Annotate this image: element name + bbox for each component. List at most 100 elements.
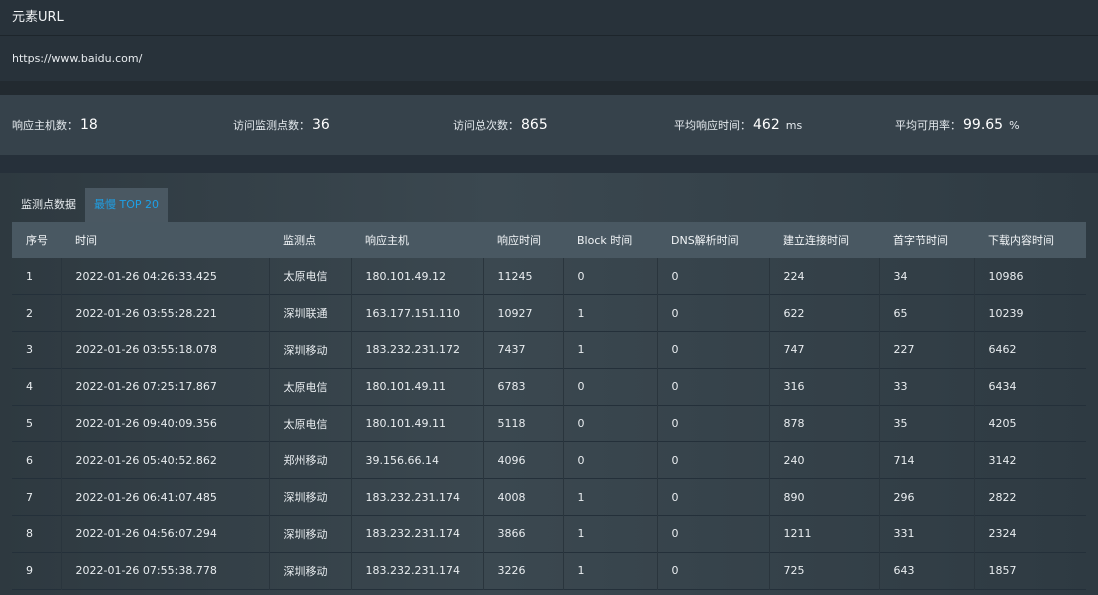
col-download-time-cell: 6462 <box>988 343 1017 357</box>
col-time-cell: 2022-01-26 06:41:07.485 <box>61 478 270 516</box>
table-row[interactable]: 1 2022-01-26 04:26:33.425 太原电信 180.101.49.1… <box>12 258 1086 295</box>
divider <box>0 155 1098 173</box>
stat-avg-response-unit: ms <box>785 118 803 132</box>
col-connect-time-cell: 224 <box>769 258 880 295</box>
stat-availability-label: 平均可用率： <box>895 119 961 132</box>
stats-bar: 响应主机数： 18 访问监测点数： 36 访问总次数： 865 平均响应时间： … <box>0 95 1098 155</box>
col-response-host-cell: 183.232.231.174 <box>351 552 484 590</box>
col-monitor-point-cell: 太原电信 <box>269 405 352 442</box>
col-response-host-cell: 39.156.66.14 <box>351 441 484 479</box>
stat-availability: 平均可用率： 99.65 % <box>895 95 1020 155</box>
table-body: 1 2022-01-26 04:26:33.425 太原电信 180.101.49.1… <box>12 258 1086 590</box>
col-dns-time-cell: 0 <box>657 515 770 553</box>
col-dns-time-cell: 0 <box>657 441 770 479</box>
col-block-time-cell: 1 <box>563 515 658 553</box>
table-row[interactable]: 4 2022-01-26 07:25:17.867 太原电信 180.101.49.1… <box>12 368 1086 406</box>
col-first-byte-time-cell: 65 <box>879 294 975 332</box>
col-connect-time-cell: 316 <box>769 368 880 406</box>
col-download-time-cell: 6434 <box>988 380 1017 394</box>
col-monitor-point-header: 监测点 <box>283 234 316 247</box>
stat-points: 访问监测点数： 36 <box>233 95 330 155</box>
col-response-time-cell: 10927 <box>483 294 564 332</box>
col-block-time-header: Block 时间 <box>577 234 633 247</box>
table-header-row: 序号 时间 监测点 响应主机 响应时间 Block 时间 DNS解析时间 建立连接时间 首字节时… <box>12 222 1086 258</box>
col-block-time-cell: 0 <box>563 368 658 406</box>
col-time-cell: 2022-01-26 07:25:17.867 <box>61 368 270 406</box>
col-block-time-cell: 1 <box>563 478 658 516</box>
col-time-cell: 2022-01-26 05:40:52.862 <box>61 441 270 479</box>
col-first-byte-time-cell: 35 <box>879 405 975 442</box>
table-row[interactable]: 2 2022-01-26 03:55:28.221 深圳联通 163.177.151.… <box>12 294 1086 332</box>
col-block-time-cell: 0 <box>563 441 658 479</box>
col-dns-time-header: DNS解析时间 <box>671 234 739 247</box>
col-time-cell: 2022-01-26 04:26:33.425 <box>61 258 270 295</box>
col-index-header: 序号 <box>26 234 48 247</box>
col-first-byte-time-header: 首字节时间 <box>893 234 948 247</box>
stat-avg-response-value: 462 <box>753 117 780 133</box>
col-connect-time-header: 建立连接时间 <box>783 234 849 247</box>
stat-hosts-value: 18 <box>80 117 98 133</box>
col-first-byte-time-cell: 331 <box>879 515 975 553</box>
col-dns-time-cell: 0 <box>657 405 770 442</box>
col-monitor-point-cell: 深圳移动 <box>269 515 352 553</box>
col-index-cell: 1 <box>12 258 62 295</box>
table-row[interactable]: 9 2022-01-26 07:55:38.778 深圳移动 183.232.231.… <box>12 552 1086 590</box>
table-row[interactable]: 5 2022-01-26 09:40:09.356 太原电信 180.101.49.1… <box>12 405 1086 442</box>
col-first-byte-time-cell: 227 <box>879 331 975 369</box>
tab-slowest-top20[interactable]: 最慢 TOP 20 <box>85 188 169 222</box>
col-first-byte-time-cell: 643 <box>879 552 975 590</box>
col-connect-time-cell: 878 <box>769 405 880 442</box>
stat-points-label: 访问监测点数： <box>233 119 310 132</box>
col-connect-time-cell: 890 <box>769 478 880 516</box>
col-download-time-cell: 10986 <box>988 269 1024 283</box>
col-index-cell: 7 <box>12 478 62 516</box>
col-index-cell: 5 <box>12 405 62 442</box>
stat-avg-response-label: 平均响应时间： <box>674 119 751 132</box>
col-monitor-point-cell: 深圳移动 <box>269 552 352 590</box>
col-response-host-cell: 180.101.49.12 <box>351 258 484 295</box>
col-connect-time-cell: 747 <box>769 331 880 369</box>
col-response-host-cell: 180.101.49.11 <box>351 368 484 406</box>
table-row[interactable]: 3 2022-01-26 03:55:18.078 深圳移动 183.232.231.… <box>12 331 1086 369</box>
col-response-time-cell: 6783 <box>483 368 564 406</box>
col-response-host-cell: 163.177.151.110 <box>351 294 484 332</box>
col-dns-time-cell: 0 <box>657 552 770 590</box>
col-response-time-cell: 5118 <box>483 405 564 442</box>
stat-hosts: 响应主机数： 18 <box>12 95 98 155</box>
url-value: https://www.baidu.com/ <box>12 52 143 65</box>
col-dns-time-cell: 0 <box>657 258 770 295</box>
col-monitor-point-cell: 深圳移动 <box>269 478 352 516</box>
col-first-byte-time-cell: 714 <box>879 441 975 479</box>
col-first-byte-time-cell: 33 <box>879 368 975 406</box>
col-connect-time-cell: 622 <box>769 294 880 332</box>
col-response-time-header: 响应时间 <box>497 234 541 247</box>
col-block-time-cell: 0 <box>563 258 658 295</box>
table-row[interactable]: 6 2022-01-26 05:40:52.862 郑州移动 39.156.66.14… <box>12 441 1086 479</box>
col-response-time-cell: 4008 <box>483 478 564 516</box>
col-time-cell: 2022-01-26 09:40:09.356 <box>61 405 270 442</box>
stat-points-value: 36 <box>312 117 330 133</box>
col-index-cell: 8 <box>12 515 62 553</box>
table-row[interactable]: 7 2022-01-26 06:41:07.485 深圳移动 183.232.231.… <box>12 478 1086 516</box>
col-download-time-cell: 2822 <box>988 490 1017 504</box>
stat-visits-label: 访问总次数： <box>453 119 519 132</box>
col-download-time-cell: 3142 <box>988 453 1017 467</box>
col-time-cell: 2022-01-26 07:55:38.778 <box>61 552 270 590</box>
results-table: 序号 时间 监测点 响应主机 响应时间 Block 时间 DNS解析时间 建立连接时间 首字节时… <box>12 222 1086 590</box>
stat-visits: 访问总次数： 865 <box>453 95 548 155</box>
col-response-host-cell: 183.232.231.174 <box>351 478 484 516</box>
col-response-time-cell: 3226 <box>483 552 564 590</box>
results-table-container: 序号 时间 监测点 响应主机 响应时间 Block 时间 DNS解析时间 建立连接时间 首字节时… <box>12 222 1086 590</box>
col-response-host-header: 响应主机 <box>365 234 409 247</box>
table-row[interactable]: 8 2022-01-26 04:56:07.294 深圳移动 183.232.231.… <box>12 515 1086 553</box>
stat-availability-value: 99.65 <box>963 117 1004 133</box>
tab-monitor-point-data[interactable]: 监测点数据 <box>12 188 85 222</box>
stat-avg-response: 平均响应时间： 462 ms <box>674 95 802 155</box>
element-url-section: 元素URL https://www.baidu.com/ <box>0 0 1098 81</box>
col-index-cell: 9 <box>12 552 62 590</box>
col-block-time-cell: 1 <box>563 331 658 369</box>
col-download-time-cell: 1857 <box>988 564 1017 578</box>
stat-visits-value: 865 <box>521 117 548 133</box>
col-response-time-cell: 7437 <box>483 331 564 369</box>
col-dns-time-cell: 0 <box>657 294 770 332</box>
